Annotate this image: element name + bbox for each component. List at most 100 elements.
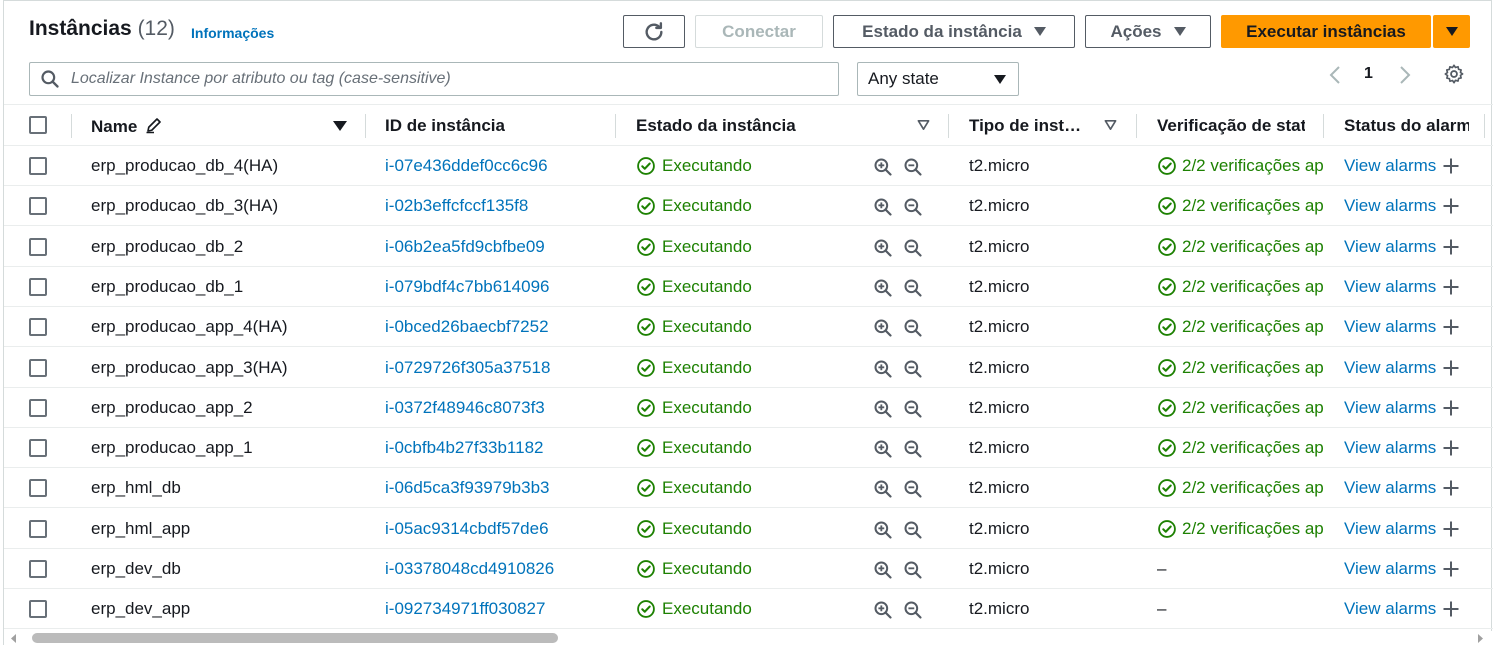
- view-alarms-link[interactable]: View alarms: [1344, 478, 1436, 498]
- zoom-in-icon[interactable]: [873, 238, 893, 258]
- scrollbar-thumb[interactable]: [32, 633, 558, 643]
- column-header-id[interactable]: ID de instância: [385, 116, 505, 136]
- row-checkbox[interactable]: [29, 600, 47, 619]
- zoom-out-icon[interactable]: [903, 238, 923, 258]
- zoom-out-icon[interactable]: [903, 157, 923, 177]
- row-checkbox[interactable]: [29, 560, 47, 578]
- plus-icon[interactable]: [1441, 196, 1461, 216]
- table-row[interactable]: erp_dev_app i-092734971ff030827 Executando…: [4, 589, 1493, 630]
- plus-icon[interactable]: [1441, 398, 1461, 418]
- row-checkbox[interactable]: [29, 197, 47, 216]
- zoom-out-icon[interactable]: [903, 560, 923, 580]
- instance-id-link[interactable]: i-0372f48946c8073f3: [385, 398, 605, 418]
- plus-icon[interactable]: [1441, 156, 1461, 176]
- plus-icon[interactable]: [1441, 237, 1461, 257]
- column-header-alarm[interactable]: Status do alarm: [1344, 116, 1469, 136]
- view-alarms-link[interactable]: View alarms: [1344, 438, 1436, 458]
- zoom-out-icon[interactable]: [903, 439, 923, 459]
- zoom-out-icon[interactable]: [903, 520, 923, 540]
- table-row[interactable]: erp_producao_db_1 i-079bdf4c7bb614096 Exec…: [4, 267, 1493, 307]
- column-header-state[interactable]: Estado da instância: [636, 116, 796, 136]
- sort-icon[interactable]: [917, 119, 930, 131]
- zoom-out-icon[interactable]: [903, 359, 923, 379]
- zoom-in-icon[interactable]: [873, 197, 893, 217]
- table-row[interactable]: erp_producao_app_1 i-0cbfb4b27f33b1182 Exe…: [4, 428, 1493, 469]
- zoom-in-icon[interactable]: [873, 600, 893, 620]
- zoom-out-icon[interactable]: [903, 278, 923, 298]
- pencil-icon[interactable]: [145, 116, 163, 134]
- instance-id-link[interactable]: i-06d5ca3f93979b3b3: [385, 478, 605, 498]
- zoom-out-icon[interactable]: [903, 318, 923, 338]
- instance-id-link[interactable]: i-05ac9314cbdf57de6: [385, 519, 605, 539]
- sort-desc-icon[interactable]: [333, 121, 347, 131]
- search-input[interactable]: [69, 69, 829, 89]
- row-checkbox[interactable]: [29, 157, 47, 175]
- row-checkbox[interactable]: [29, 318, 47, 337]
- zoom-in-icon[interactable]: [873, 157, 893, 177]
- plus-icon[interactable]: [1441, 599, 1461, 619]
- zoom-in-icon[interactable]: [873, 278, 893, 298]
- table-row[interactable]: erp_producao_app_3(HA) i-0729726f305a3751…: [4, 348, 1493, 388]
- view-alarms-link[interactable]: View alarms: [1344, 519, 1436, 539]
- view-alarms-link[interactable]: View alarms: [1344, 156, 1436, 176]
- zoom-in-icon[interactable]: [873, 520, 893, 540]
- gear-icon[interactable]: [1443, 63, 1465, 85]
- table-row[interactable]: erp_producao_app_4(HA) i-0bced26baecbf725…: [4, 307, 1493, 348]
- instance-id-link[interactable]: i-0bced26baecbf7252: [385, 317, 605, 337]
- sort-icon[interactable]: [1104, 119, 1117, 131]
- plus-icon[interactable]: [1441, 317, 1461, 337]
- state-filter-select[interactable]: Any state: [857, 62, 1019, 96]
- instance-id-link[interactable]: i-07e436ddef0cc6c96: [385, 156, 605, 176]
- zoom-out-icon[interactable]: [903, 479, 923, 499]
- zoom-in-icon[interactable]: [873, 359, 893, 379]
- scroll-right-icon[interactable]: [1476, 633, 1484, 644]
- instance-id-link[interactable]: i-092734971ff030827: [385, 599, 605, 619]
- plus-icon[interactable]: [1441, 478, 1461, 498]
- instance-id-link[interactable]: i-02b3effcfccf135f8: [385, 196, 605, 216]
- table-row[interactable]: erp_producao_db_3(HA) i-02b3effcfccf135f8…: [4, 186, 1493, 227]
- table-row[interactable]: erp_hml_app i-05ac9314cbdf57de6 Executando…: [4, 509, 1493, 549]
- search-bar[interactable]: [29, 62, 839, 96]
- table-row[interactable]: erp_dev_db i-03378048cd4910826 Executando t…: [4, 549, 1493, 589]
- instance-id-link[interactable]: i-079bdf4c7bb614096: [385, 277, 605, 297]
- select-all-checkbox[interactable]: [29, 116, 47, 134]
- zoom-in-icon[interactable]: [873, 560, 893, 580]
- launch-dropdown-button[interactable]: [1433, 15, 1470, 48]
- zoom-in-icon[interactable]: [873, 439, 893, 459]
- next-page-icon[interactable]: [1398, 65, 1412, 85]
- plus-icon[interactable]: [1441, 519, 1461, 539]
- actions-button[interactable]: Ações: [1085, 15, 1211, 48]
- page-number[interactable]: 1: [1364, 65, 1373, 83]
- instance-id-link[interactable]: i-0729726f305a37518: [385, 358, 605, 378]
- row-checkbox[interactable]: [29, 398, 47, 417]
- table-row[interactable]: erp_hml_db i-06d5ca3f93979b3b3 Executando t…: [4, 468, 1493, 509]
- row-checkbox[interactable]: [29, 479, 47, 498]
- instance-state-button[interactable]: Estado da instância: [833, 15, 1075, 48]
- row-checkbox[interactable]: [29, 439, 47, 458]
- row-checkbox[interactable]: [29, 237, 47, 256]
- horizontal-scrollbar[interactable]: [4, 631, 1493, 646]
- column-header-status-check[interactable]: Verificação de stat: [1157, 116, 1305, 136]
- connect-button[interactable]: Conectar: [695, 15, 823, 48]
- plus-icon[interactable]: [1441, 438, 1461, 458]
- view-alarms-link[interactable]: View alarms: [1344, 559, 1436, 579]
- plus-icon[interactable]: [1441, 277, 1461, 297]
- view-alarms-link[interactable]: View alarms: [1344, 599, 1436, 619]
- view-alarms-link[interactable]: View alarms: [1344, 277, 1436, 297]
- launch-instances-button[interactable]: Executar instâncias: [1221, 15, 1431, 48]
- refresh-button[interactable]: [623, 15, 685, 48]
- plus-icon[interactable]: [1441, 559, 1461, 579]
- zoom-in-icon[interactable]: [873, 399, 893, 419]
- prev-page-icon[interactable]: [1328, 65, 1342, 85]
- zoom-out-icon[interactable]: [903, 600, 923, 620]
- view-alarms-link[interactable]: View alarms: [1344, 398, 1436, 418]
- instance-id-link[interactable]: i-03378048cd4910826: [385, 559, 605, 579]
- view-alarms-link[interactable]: View alarms: [1344, 317, 1436, 337]
- plus-icon[interactable]: [1441, 358, 1461, 378]
- scroll-left-icon[interactable]: [10, 633, 18, 644]
- zoom-out-icon[interactable]: [903, 399, 923, 419]
- view-alarms-link[interactable]: View alarms: [1344, 196, 1436, 216]
- instance-id-link[interactable]: i-0cbfb4b27f33b1182: [385, 438, 605, 458]
- column-header-type[interactable]: Tipo de inst…: [969, 116, 1089, 136]
- row-checkbox[interactable]: [29, 277, 47, 296]
